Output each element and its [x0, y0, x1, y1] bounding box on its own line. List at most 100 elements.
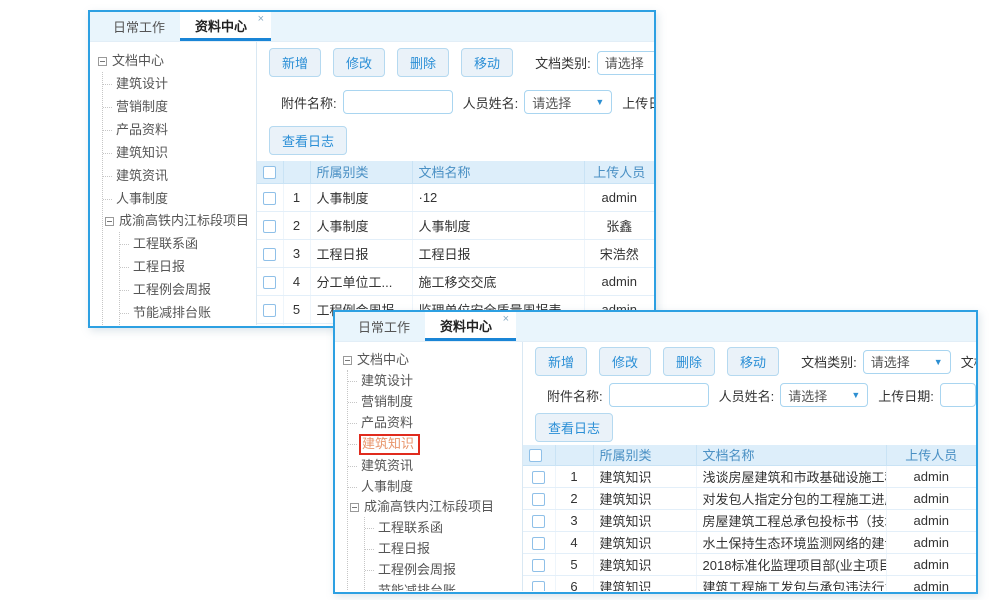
table-row[interactable]: 1 建筑知识 浅谈房屋建筑和市政基础设施工程施... admin	[523, 465, 976, 487]
tree-children: 建筑设计 营销制度 产品资料 建筑知识 建筑资讯 人事制度 成渝高铁内江标段项目…	[102, 72, 256, 325]
person-name-label: 人员姓名:	[719, 386, 775, 405]
row-checkbox[interactable]	[532, 515, 545, 528]
tree-item-building-design[interactable]: 建筑设计	[348, 370, 522, 391]
add-button[interactable]: 新增	[535, 347, 587, 376]
table-row[interactable]: 2 人事制度 人事制度 张鑫	[257, 211, 654, 239]
collapse-icon[interactable]	[105, 217, 114, 226]
col-index	[555, 445, 593, 465]
toolbar-actions: 新增 修改 删除 移动 文档类别: 请选择 ▼ 文档名称:	[523, 347, 976, 376]
cell-uploader: 张鑫	[584, 211, 654, 239]
row-checkbox[interactable]	[532, 559, 545, 572]
delete-button[interactable]: 删除	[397, 48, 449, 77]
tree-root-document-center[interactable]: 文档中心	[98, 50, 256, 72]
select-all-checkbox[interactable]	[263, 166, 276, 179]
tree-item-project-contact-letter[interactable]: 工程联系函	[120, 232, 256, 255]
table-row[interactable]: 5 建筑知识 2018标准化监理项目部(业主项目部)... admin	[523, 553, 976, 575]
table-row[interactable]: 2 建筑知识 对发包人指定分包的工程施工进度安... admin	[523, 487, 976, 509]
person-name-select[interactable]: 请选择 ▼	[780, 383, 868, 407]
tree-item-building-news[interactable]: 建筑资讯	[103, 164, 256, 187]
table-row[interactable]: 3 工程日报 工程日报 宋浩然	[257, 239, 654, 267]
upload-date-input[interactable]	[940, 383, 976, 407]
delete-button[interactable]: 删除	[663, 347, 715, 376]
row-checkbox[interactable]	[532, 581, 545, 591]
attachment-name-input[interactable]	[609, 383, 709, 407]
row-checkbox[interactable]	[263, 248, 276, 261]
chevron-down-icon: ▼	[934, 357, 943, 367]
cell-doc-name: 浅谈房屋建筑和市政基础设施工程施...	[696, 465, 886, 487]
tab-data-center[interactable]: 资料中心 ×	[425, 312, 516, 341]
tab-bar: 日常工作 资料中心 ×	[90, 12, 654, 42]
tree-root-label: 文档中心	[357, 350, 409, 370]
row-checkbox[interactable]	[263, 192, 276, 205]
person-name-select[interactable]: 请选择 ▼	[524, 90, 612, 114]
cell-num: 1	[283, 183, 310, 211]
tree-item-marketing-rules[interactable]: 营销制度	[103, 95, 256, 118]
row-checkbox[interactable]	[263, 304, 276, 317]
tree-item-building-design[interactable]: 建筑设计	[103, 72, 256, 95]
tree-item-work-handover[interactable]: 分工单位工作移交	[120, 324, 256, 325]
tree-root-document-center[interactable]: 文档中心	[343, 350, 522, 370]
tree-item-energy-ledger[interactable]: 节能减排台账	[120, 301, 256, 324]
tree-item-product-data[interactable]: 产品资料	[103, 118, 256, 141]
add-button[interactable]: 新增	[269, 48, 321, 77]
tree-item-project-weekly-meeting[interactable]: 工程例会周报	[120, 278, 256, 301]
close-icon[interactable]: ×	[503, 313, 509, 325]
doc-category-select[interactable]: 请选择 ▼	[597, 51, 654, 75]
cell-num: 6	[283, 323, 310, 325]
tree-project-chengyu-railway[interactable]: 成渝高铁内江标段项目	[350, 497, 522, 517]
select-value: 请选择	[871, 352, 910, 371]
tree-item-project-weekly-meeting[interactable]: 工程例会周报	[365, 559, 522, 580]
attachment-name-input[interactable]	[343, 90, 453, 114]
tree-item-project-daily-report[interactable]: 工程日报	[365, 538, 522, 559]
move-button[interactable]: 移动	[461, 48, 513, 77]
tree-item-building-knowledge[interactable]: 建筑知识	[103, 141, 256, 164]
edit-button[interactable]: 修改	[599, 347, 651, 376]
select-value: 请选择	[605, 53, 644, 72]
row-checkbox[interactable]	[532, 537, 545, 550]
tab-daily-work[interactable]: 日常工作	[343, 312, 425, 341]
close-icon[interactable]: ×	[258, 13, 264, 25]
table-row[interactable]: 4 建筑知识 水土保持生态环境监测网络的建设与... admin	[523, 531, 976, 553]
tree-project-chengyu-railway[interactable]: 成渝高铁内江标段项目	[105, 210, 256, 232]
tab-data-center[interactable]: 资料中心 ×	[180, 12, 271, 41]
view-log-button[interactable]: 查看日志	[535, 413, 613, 442]
cell-category: 建筑知识	[593, 575, 696, 591]
cell-category: 建筑知识	[593, 509, 696, 531]
tab-bar: 日常工作 资料中心 ×	[335, 312, 976, 342]
doc-category-select[interactable]: 请选择 ▼	[863, 350, 951, 374]
edit-button[interactable]: 修改	[333, 48, 385, 77]
person-name-label: 人员姓名:	[463, 93, 519, 112]
table-row[interactable]: 4 分工单位工... 施工移交交底 admin	[257, 267, 654, 295]
col-category: 所属别类	[310, 161, 412, 183]
tree-item-project-daily-report[interactable]: 工程日报	[120, 255, 256, 278]
row-checkbox[interactable]	[532, 493, 545, 506]
view-log-button[interactable]: 查看日志	[269, 126, 347, 155]
collapse-icon[interactable]	[343, 356, 352, 365]
collapse-icon[interactable]	[98, 57, 107, 66]
tree-item-building-knowledge-selected[interactable]: 建筑知识	[348, 433, 522, 455]
tree-item-hr-rules[interactable]: 人事制度	[348, 476, 522, 497]
tab-daily-work[interactable]: 日常工作	[98, 12, 180, 41]
tree-item-energy-ledger[interactable]: 节能减排台账	[365, 580, 522, 591]
cell-category: 建筑知识	[593, 553, 696, 575]
tree-item-marketing-rules[interactable]: 营销制度	[348, 391, 522, 412]
cell-num: 1	[555, 465, 593, 487]
tree-item-building-news[interactable]: 建筑资讯	[348, 455, 522, 476]
cell-num: 5	[555, 553, 593, 575]
move-button[interactable]: 移动	[727, 347, 779, 376]
tree-project-node: 成渝高铁内江标段项目 工程联系函 工程日报 工程例会周报 节能减排台账 分工单位…	[103, 210, 256, 325]
row-checkbox[interactable]	[263, 276, 276, 289]
collapse-icon[interactable]	[350, 503, 359, 512]
cell-uploader: admin	[886, 575, 976, 591]
tree-item-project-contact-letter[interactable]: 工程联系函	[365, 517, 522, 538]
select-all-checkbox[interactable]	[529, 449, 542, 462]
row-checkbox[interactable]	[532, 471, 545, 484]
row-checkbox[interactable]	[263, 220, 276, 233]
tree-item-product-data[interactable]: 产品资料	[348, 412, 522, 433]
table-row[interactable]: 1 人事制度 ·12 admin	[257, 183, 654, 211]
table-row[interactable]: 3 建筑知识 房屋建筑工程总承包投标书（技术标... admin	[523, 509, 976, 531]
table-row[interactable]: 6 建筑知识 建筑工程施工发包与承包违法行为认... admin	[523, 575, 976, 591]
tree-item-hr-rules[interactable]: 人事制度	[103, 187, 256, 210]
tree-project-node: 成渝高铁内江标段项目 工程联系函 工程日报 工程例会周报 节能减排台账 分工单位…	[348, 497, 522, 591]
cell-num: 2	[555, 487, 593, 509]
